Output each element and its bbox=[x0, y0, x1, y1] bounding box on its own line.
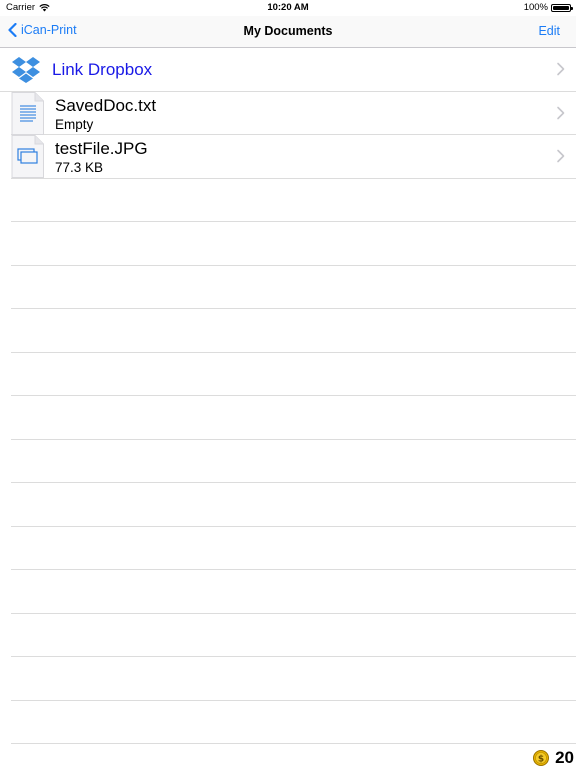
battery-level bbox=[553, 5, 569, 10]
file-detail: Empty bbox=[55, 116, 94, 132]
file-name: testFile.JPG bbox=[55, 139, 148, 158]
empty-row bbox=[11, 483, 576, 527]
battery-tip bbox=[571, 6, 573, 10]
coin-counter[interactable]: $ 20 bbox=[533, 748, 576, 768]
edit-button[interactable]: Edit bbox=[538, 24, 560, 38]
dropbox-icon bbox=[12, 57, 40, 83]
empty-row bbox=[11, 701, 576, 744]
file-row-saveddoc[interactable]: SavedDoc.txt Empty bbox=[11, 91, 576, 135]
status-bar: Carrier 10:20 AM 100% bbox=[0, 0, 576, 16]
status-time: 10:20 AM bbox=[267, 2, 309, 13]
page-title: My Documents bbox=[243, 24, 333, 38]
file-row-testfile[interactable]: testFile.JPG 77.3 KB bbox=[11, 135, 576, 179]
status-right: 100% bbox=[523, 2, 573, 13]
text-document-icon bbox=[11, 91, 44, 135]
empty-row bbox=[11, 440, 576, 483]
empty-row bbox=[11, 309, 576, 353]
empty-row bbox=[11, 266, 576, 309]
empty-row bbox=[11, 570, 576, 614]
file-name: SavedDoc.txt bbox=[55, 95, 157, 115]
link-dropbox-row[interactable]: Link Dropbox bbox=[0, 48, 576, 92]
chevron-right-icon bbox=[557, 62, 565, 76]
svg-text:$: $ bbox=[538, 754, 544, 764]
empty-row bbox=[11, 353, 576, 396]
dollar-coin-icon: $ bbox=[533, 750, 550, 766]
chevron-right-icon bbox=[557, 149, 565, 163]
file-detail: 77.3 KB bbox=[55, 160, 104, 175]
empty-row bbox=[11, 527, 576, 570]
link-dropbox-label: Link Dropbox bbox=[52, 60, 153, 79]
empty-row bbox=[11, 222, 576, 266]
empty-row bbox=[11, 396, 576, 440]
empty-row bbox=[11, 179, 576, 222]
battery-percent: 100% bbox=[523, 2, 548, 13]
chevron-right-icon bbox=[557, 106, 565, 119]
battery-icon bbox=[551, 3, 573, 12]
empty-row bbox=[11, 657, 576, 701]
image-document-icon bbox=[11, 135, 44, 178]
empty-row bbox=[11, 614, 576, 657]
navigation-bar: iCan-Print My Documents Edit bbox=[0, 16, 576, 48]
coin-count: 20 bbox=[555, 748, 574, 767]
document-list: Link Dropbox SavedDoc.txt Empty testFile… bbox=[0, 48, 576, 744]
